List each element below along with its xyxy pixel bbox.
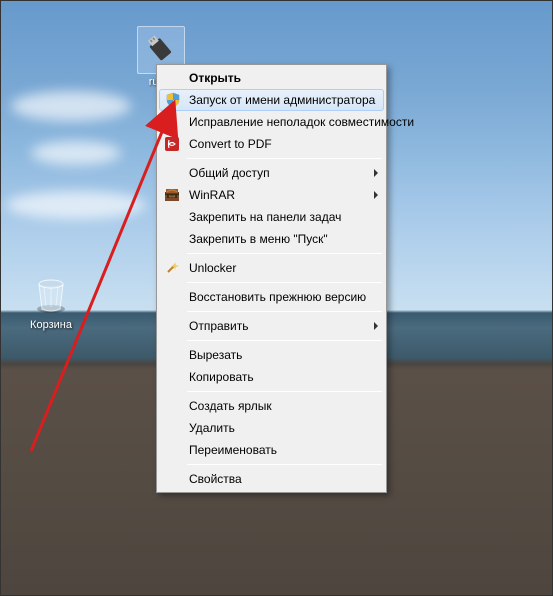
menu-item-label: Копировать xyxy=(189,370,254,384)
winrar-icon: RAR xyxy=(164,187,180,203)
menu-item-label: Восстановить прежнюю версию xyxy=(189,290,366,304)
menu-item-pin-taskbar[interactable]: Закрепить на панели задач xyxy=(159,206,384,228)
menu-item-label: Отправить xyxy=(189,319,249,333)
shield-icon xyxy=(165,92,181,108)
trash-icon xyxy=(27,269,75,317)
menu-item-share[interactable]: Общий доступ xyxy=(159,162,384,184)
menu-item-copy[interactable]: Копировать xyxy=(159,366,384,388)
menu-item-properties[interactable]: Свойства xyxy=(159,468,384,490)
desktop-icon-label: Корзина xyxy=(21,319,81,331)
chevron-right-icon xyxy=(374,322,378,330)
menu-item-open[interactable]: Открыть xyxy=(159,67,384,89)
menu-item-label: Закрепить на панели задач xyxy=(189,210,341,224)
menu-separator xyxy=(187,391,382,392)
menu-item-delete[interactable]: Удалить xyxy=(159,417,384,439)
menu-item-label: Открыть xyxy=(189,71,241,85)
menu-item-winrar[interactable]: RAR WinRAR xyxy=(159,184,384,206)
menu-item-label: WinRAR xyxy=(189,188,235,202)
desktop-icon-trash[interactable]: Корзина xyxy=(21,269,81,331)
menu-item-label: Исправление неполадок совместимости xyxy=(189,115,414,129)
menu-item-compat[interactable]: Исправление неполадок совместимости xyxy=(159,111,384,133)
menu-item-label: Общий доступ xyxy=(189,166,270,180)
menu-separator xyxy=(187,282,382,283)
menu-item-convert-pdf[interactable]: Convert to PDF xyxy=(159,133,384,155)
menu-item-send-to[interactable]: Отправить xyxy=(159,315,384,337)
menu-separator xyxy=(187,340,382,341)
chevron-right-icon xyxy=(374,169,378,177)
menu-separator xyxy=(187,253,382,254)
menu-item-run-as-admin[interactable]: Запуск от имени администратора xyxy=(159,89,384,111)
menu-item-rename[interactable]: Переименовать xyxy=(159,439,384,461)
svg-text:RAR: RAR xyxy=(169,195,176,199)
chevron-right-icon xyxy=(374,191,378,199)
desktop[interactable]: rufus Корзина Открыть xyxy=(1,1,552,595)
menu-separator xyxy=(187,311,382,312)
menu-item-label: Convert to PDF xyxy=(189,137,272,151)
menu-item-label: Вырезать xyxy=(189,348,242,362)
menu-item-label: Unlocker xyxy=(189,261,236,275)
menu-item-label: Переименовать xyxy=(189,443,277,457)
menu-item-label: Запуск от имени администратора xyxy=(189,93,375,107)
menu-item-label: Создать ярлык xyxy=(189,399,272,413)
menu-item-restore[interactable]: Восстановить прежнюю версию xyxy=(159,286,384,308)
menu-item-label: Удалить xyxy=(189,421,235,435)
pdf-icon xyxy=(164,136,180,152)
wand-icon xyxy=(164,260,180,276)
menu-item-cut[interactable]: Вырезать xyxy=(159,344,384,366)
menu-item-unlocker[interactable]: Unlocker xyxy=(159,257,384,279)
context-menu: Открыть Запуск от имени администратора И… xyxy=(156,64,387,493)
menu-item-shortcut[interactable]: Создать ярлык xyxy=(159,395,384,417)
menu-separator xyxy=(187,464,382,465)
menu-item-label: Свойства xyxy=(189,472,242,486)
menu-separator xyxy=(187,158,382,159)
menu-item-label: Закрепить в меню "Пуск" xyxy=(189,232,328,246)
menu-item-pin-start[interactable]: Закрепить в меню "Пуск" xyxy=(159,228,384,250)
